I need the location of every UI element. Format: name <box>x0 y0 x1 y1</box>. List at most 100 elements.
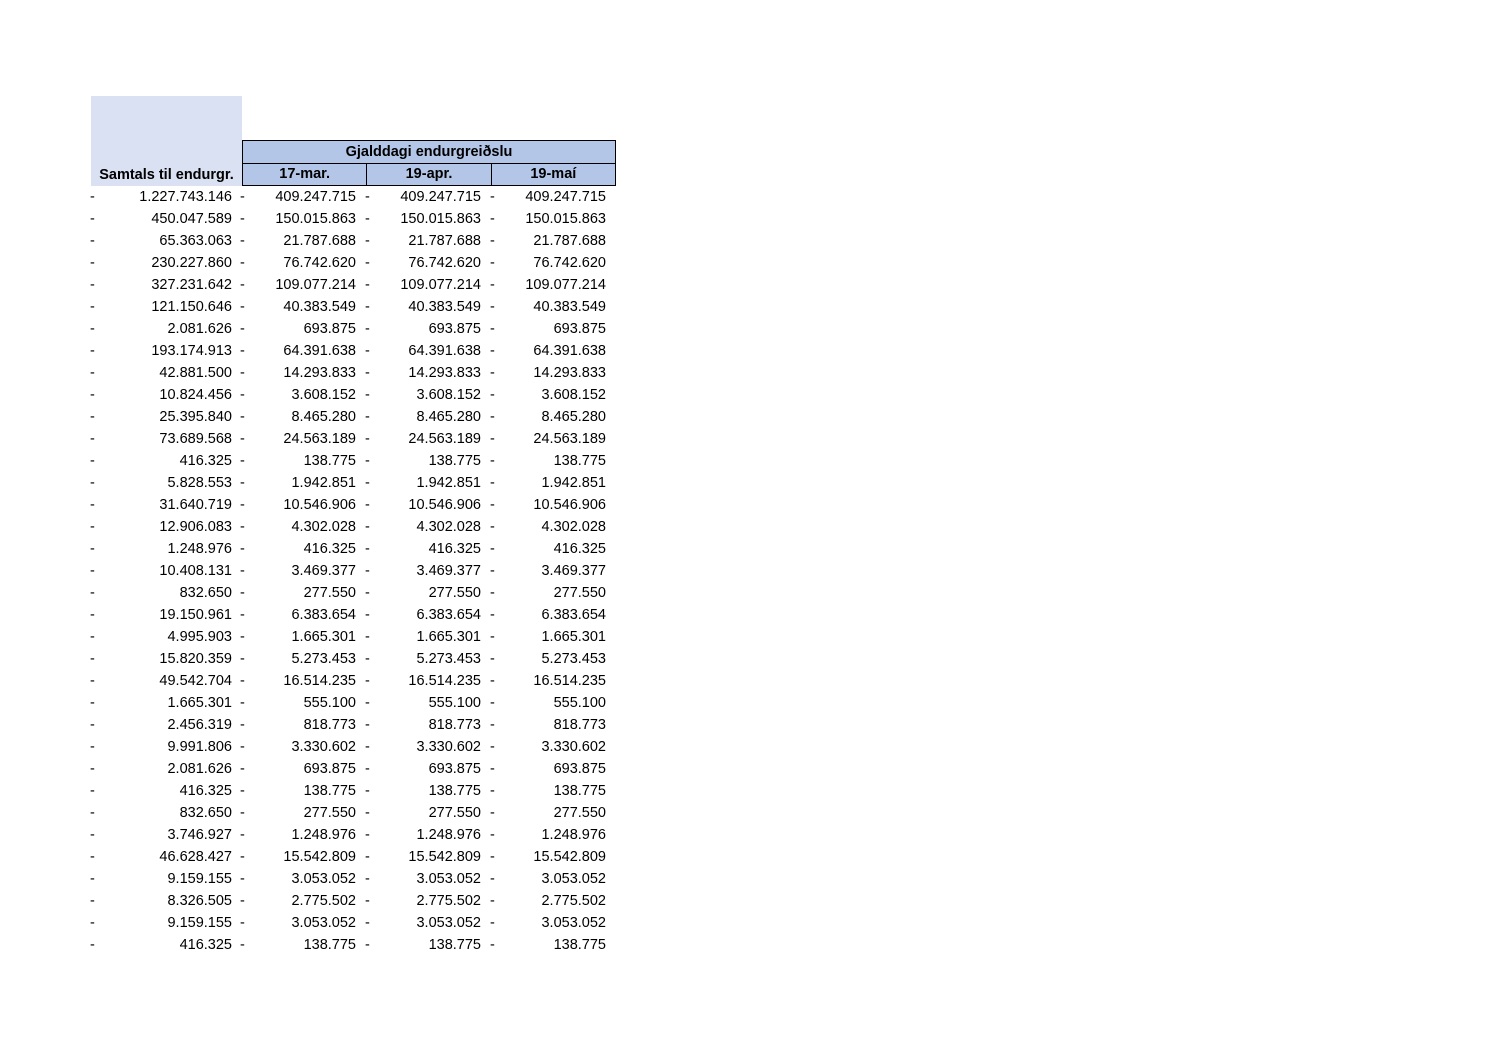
sign-marker: - <box>365 233 370 249</box>
table-row: -49.542.704-16.514.235-16.514.235-16.514… <box>86 670 626 692</box>
sign-marker: - <box>365 761 370 777</box>
sign-marker: - <box>90 871 95 887</box>
sign-marker: - <box>240 695 245 711</box>
installment-amount-cell: 14.293.833 <box>283 365 356 381</box>
installment-amount-cell: 6.383.654 <box>291 607 356 623</box>
installment-amount-cell: 40.383.549 <box>533 299 606 315</box>
sign-marker: - <box>490 343 495 359</box>
installment-amount-cell: 277.550 <box>303 805 356 821</box>
sign-marker: - <box>365 695 370 711</box>
installment-amount-cell: 24.563.189 <box>283 431 356 447</box>
sign-marker: - <box>365 431 370 447</box>
due-date-header-1: 17-mar. <box>243 164 368 185</box>
installment-amount-cell: 109.077.214 <box>400 277 481 293</box>
sign-marker: - <box>240 541 245 557</box>
installment-amount-cell: 138.775 <box>553 937 606 953</box>
installment-amount-cell: 693.875 <box>428 761 481 777</box>
sign-marker: - <box>240 387 245 403</box>
installment-amount-cell: 24.563.189 <box>533 431 606 447</box>
total-amount-cell: 416.325 <box>179 783 232 799</box>
sign-marker: - <box>240 783 245 799</box>
sign-marker: - <box>90 255 95 271</box>
installment-amount-cell: 4.302.028 <box>416 519 481 535</box>
sign-marker: - <box>240 673 245 689</box>
installment-amount-cell: 8.465.280 <box>541 409 606 425</box>
sign-marker: - <box>365 849 370 865</box>
sign-marker: - <box>240 211 245 227</box>
total-amount-cell: 8.326.505 <box>167 893 232 909</box>
sign-marker: - <box>490 695 495 711</box>
installment-amount-cell: 64.391.638 <box>283 343 356 359</box>
sign-marker: - <box>490 409 495 425</box>
sign-marker: - <box>90 299 95 315</box>
installment-amount-cell: 21.787.688 <box>533 233 606 249</box>
sign-marker: - <box>490 871 495 887</box>
sign-marker: - <box>240 453 245 469</box>
sign-marker: - <box>490 475 495 491</box>
sign-marker: - <box>90 233 95 249</box>
sign-marker: - <box>90 783 95 799</box>
sign-marker: - <box>490 299 495 315</box>
table-row: -65.363.063-21.787.688-21.787.688-21.787… <box>86 230 626 252</box>
sign-marker: - <box>365 739 370 755</box>
installment-amount-cell: 277.550 <box>428 805 481 821</box>
table-row: -5.828.553-1.942.851-1.942.851-1.942.851 <box>86 472 626 494</box>
table-row: -416.325-138.775-138.775-138.775 <box>86 934 626 956</box>
installment-amount-cell: 138.775 <box>303 453 356 469</box>
sign-marker: - <box>365 915 370 931</box>
sign-marker: - <box>365 629 370 645</box>
total-column-title: Samtals til endurgr. <box>99 167 234 183</box>
installment-amount-cell: 64.391.638 <box>408 343 481 359</box>
table-row: -2.456.319-818.773-818.773-818.773 <box>86 714 626 736</box>
installment-amount-cell: 5.273.453 <box>541 651 606 667</box>
installment-amount-cell: 14.293.833 <box>408 365 481 381</box>
installment-amount-cell: 150.015.863 <box>275 211 356 227</box>
sign-marker: - <box>90 453 95 469</box>
installment-amount-cell: 150.015.863 <box>400 211 481 227</box>
installment-amount-cell: 138.775 <box>428 937 481 953</box>
sign-marker: - <box>490 673 495 689</box>
table-row: -31.640.719-10.546.906-10.546.906-10.546… <box>86 494 626 516</box>
sign-marker: - <box>90 651 95 667</box>
installment-amount-cell: 6.383.654 <box>541 607 606 623</box>
total-amount-cell: 19.150.961 <box>159 607 232 623</box>
table-row: -121.150.646-40.383.549-40.383.549-40.38… <box>86 296 626 318</box>
total-amount-cell: 31.640.719 <box>159 497 232 513</box>
due-date-header-row: 17-mar. 19-apr. 19-maí <box>242 163 616 186</box>
installment-amount-cell: 555.100 <box>303 695 356 711</box>
sign-marker: - <box>365 365 370 381</box>
total-amount-cell: 327.231.642 <box>151 277 232 293</box>
installment-amount-cell: 3.608.152 <box>416 387 481 403</box>
table-row: -2.081.626-693.875-693.875-693.875 <box>86 318 626 340</box>
installment-amount-cell: 277.550 <box>553 805 606 821</box>
installment-amount-cell: 6.383.654 <box>416 607 481 623</box>
sign-marker: - <box>240 893 245 909</box>
sign-marker: - <box>490 629 495 645</box>
sign-marker: - <box>365 541 370 557</box>
installment-amount-cell: 277.550 <box>553 585 606 601</box>
installment-amount-cell: 693.875 <box>428 321 481 337</box>
total-amount-cell: 9.159.155 <box>167 915 232 931</box>
total-amount-cell: 25.395.840 <box>159 409 232 425</box>
sign-marker: - <box>90 519 95 535</box>
sign-marker: - <box>240 915 245 931</box>
total-amount-cell: 1.665.301 <box>167 695 232 711</box>
sign-marker: - <box>90 607 95 623</box>
installment-amount-cell: 2.775.502 <box>416 893 481 909</box>
sign-marker: - <box>240 365 245 381</box>
sign-marker: - <box>90 321 95 337</box>
sign-marker: - <box>365 321 370 337</box>
installment-amount-cell: 21.787.688 <box>283 233 356 249</box>
sign-marker: - <box>240 321 245 337</box>
installment-amount-cell: 1.665.301 <box>416 629 481 645</box>
installment-amount-cell: 3.330.602 <box>291 739 356 755</box>
total-amount-cell: 9.991.806 <box>167 739 232 755</box>
sign-marker: - <box>240 431 245 447</box>
installment-amount-cell: 3.053.052 <box>541 915 606 931</box>
installment-amount-cell: 277.550 <box>428 585 481 601</box>
sign-marker: - <box>490 431 495 447</box>
sign-marker: - <box>240 233 245 249</box>
sign-marker: - <box>90 739 95 755</box>
total-amount-cell: 2.081.626 <box>167 321 232 337</box>
sign-marker: - <box>365 211 370 227</box>
